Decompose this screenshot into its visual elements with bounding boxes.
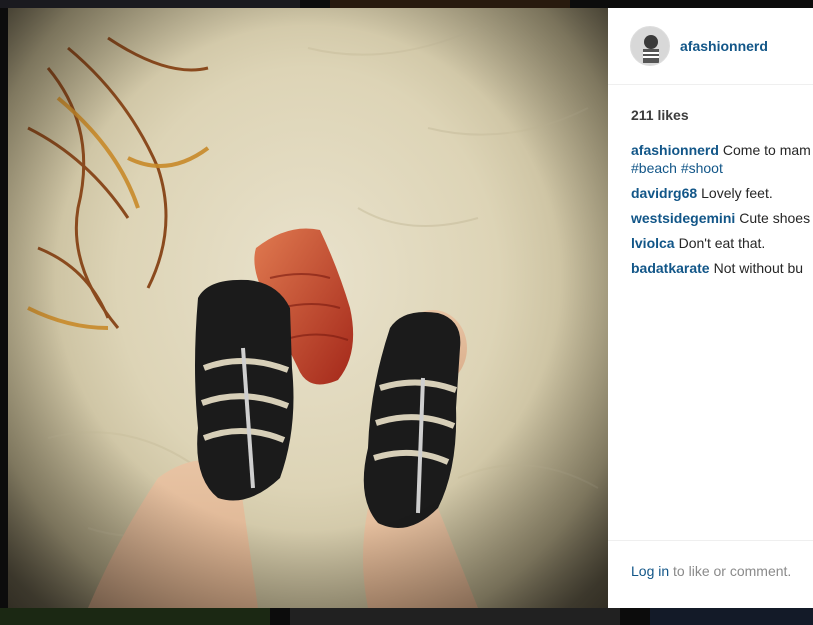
post-sidebar: afashionnerd 211 likes afashionnerd Come … — [608, 8, 813, 608]
comments-list: afashionnerd Come to mam #beach #shoot da… — [631, 141, 813, 277]
post-username-link[interactable]: afashionnerd — [680, 38, 768, 54]
post-modal: afashionnerd 211 likes afashionnerd Come … — [8, 8, 813, 608]
sandals-on-beach-photo — [8, 8, 608, 608]
comment-item: lviolca Don't eat that. — [631, 234, 813, 252]
caption: afashionnerd Come to mam #beach #shoot — [631, 141, 813, 177]
comment-author[interactable]: lviolca — [631, 235, 675, 251]
comment-text: Not without bu — [713, 260, 804, 276]
comment-item: badatkarate Not without bu — [631, 259, 813, 277]
hashtag-link[interactable]: #shoot — [681, 160, 723, 176]
post-header: afashionnerd — [608, 8, 813, 85]
hashtag-link[interactable]: #beach — [631, 160, 677, 176]
comment-text: Don't eat that. — [678, 235, 766, 251]
comment-author[interactable]: afashionnerd — [631, 142, 719, 158]
post-photo[interactable] — [8, 8, 608, 608]
comment-text: Lovely feet. — [701, 185, 773, 201]
comment-author[interactable]: davidrg68 — [631, 185, 697, 201]
user-avatar-photo — [631, 27, 669, 65]
comment-text: Cute shoes — [739, 210, 811, 226]
caption-text: Come to mam — [722, 142, 811, 158]
comment-author[interactable]: badatkarate — [631, 260, 710, 276]
comment-item: davidrg68 Lovely feet. — [631, 184, 813, 202]
login-link[interactable]: Log in — [631, 563, 669, 579]
user-avatar[interactable] — [630, 26, 670, 66]
post-footer: Log in to like or comment. — [608, 540, 813, 608]
comment-item: westsidegemini Cute shoes — [631, 209, 813, 227]
footer-text: to like or comment. — [673, 563, 792, 579]
comment-author[interactable]: westsidegemini — [631, 210, 735, 226]
likes-count[interactable]: 211 likes — [631, 107, 813, 123]
